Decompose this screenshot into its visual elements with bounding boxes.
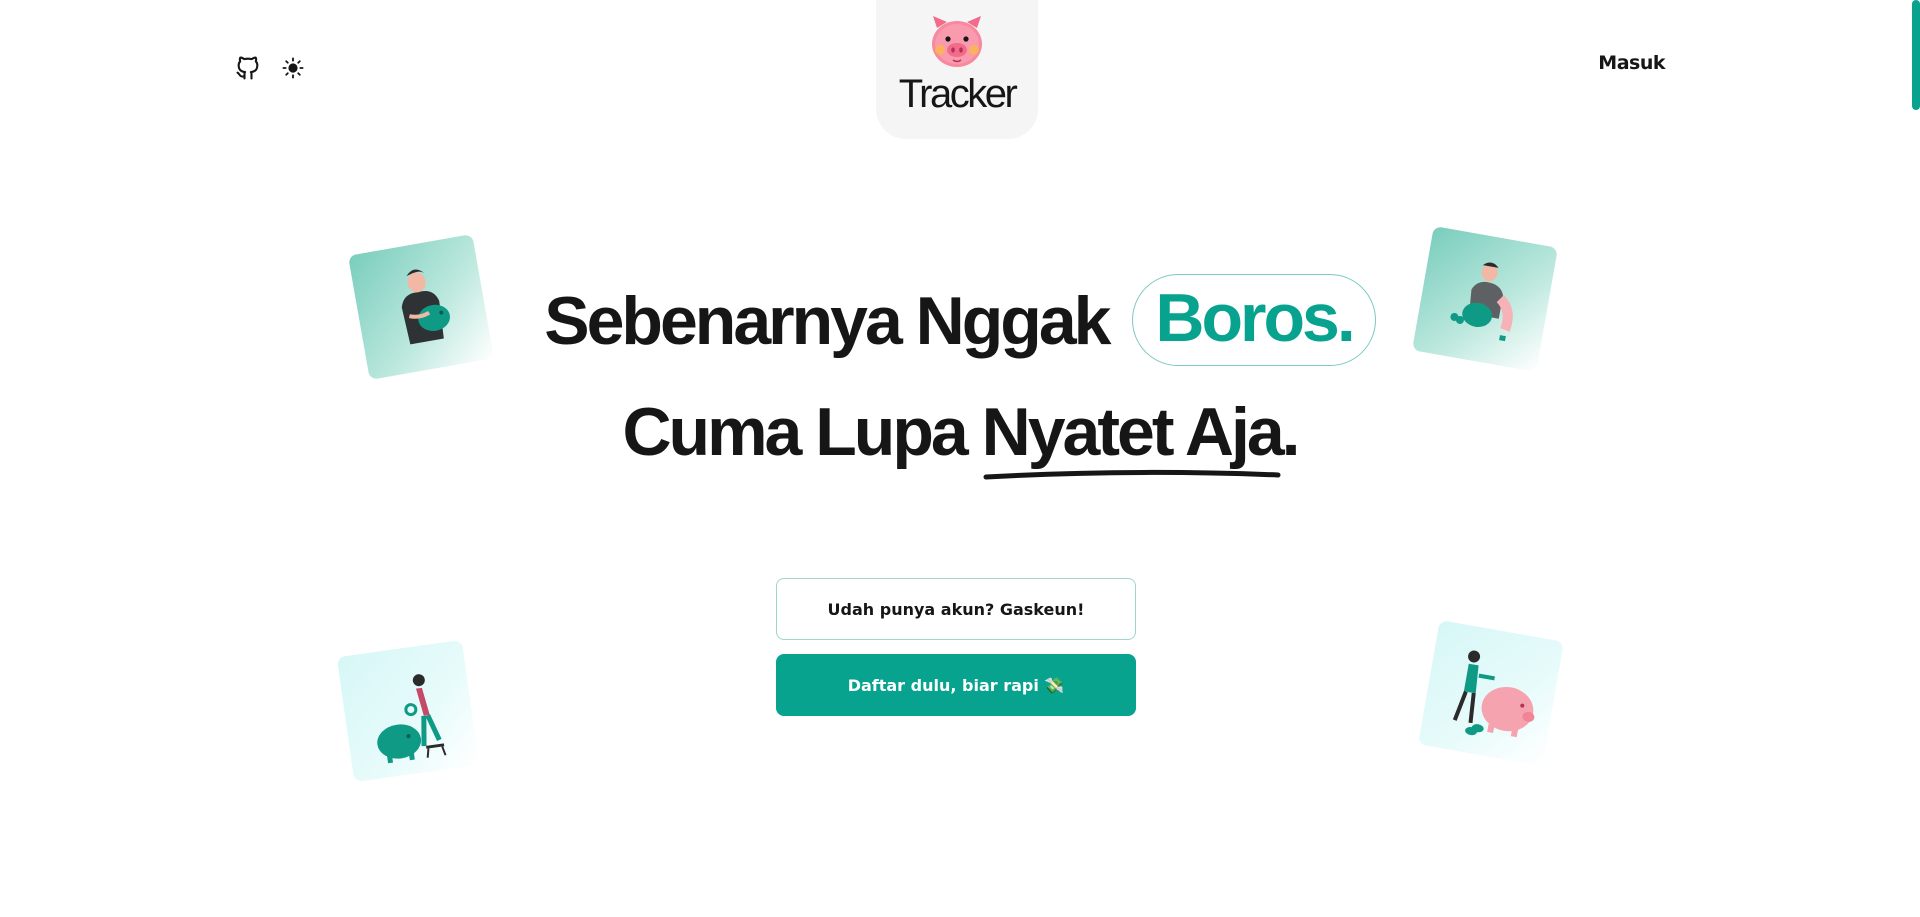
underline-stroke (983, 469, 1281, 480)
scroll-indicator[interactable] (1912, 0, 1920, 110)
hero-line-2-prefix: Cuma Lupa (622, 394, 968, 470)
hero-highlight-pill: Boros. (1132, 274, 1376, 366)
register-button[interactable]: Daftar dulu, biar rapi 💸 (776, 654, 1136, 716)
hero-line-2: Cuma Lupa Nyatet Aja. (0, 393, 1920, 480)
logo-text: Tracker (898, 72, 1018, 116)
hero-line-1-prefix: Sebenarnya Nggak (544, 282, 1111, 359)
login-button[interactable]: Udah punya akun? Gaskeun! (776, 578, 1136, 640)
hero-underlined-phrase: Nyatet Aja. (981, 393, 1301, 480)
logo-card[interactable]: Tracker (876, 0, 1038, 139)
sun-icon[interactable] (277, 52, 309, 84)
illustration-woman-piggybank (336, 639, 480, 783)
login-link[interactable]: Masuk (1598, 52, 1665, 74)
top-bar: Tracker Masuk (0, 0, 1920, 140)
github-icon[interactable] (232, 52, 264, 84)
hero-line-1: Sebenarnya Nggak Boros. (0, 274, 1920, 372)
hero-underlined-text: Nyatet Aja. (981, 394, 1301, 470)
pig-logo-icon (927, 14, 987, 74)
illustration-woman-pink-pig (1418, 620, 1564, 766)
